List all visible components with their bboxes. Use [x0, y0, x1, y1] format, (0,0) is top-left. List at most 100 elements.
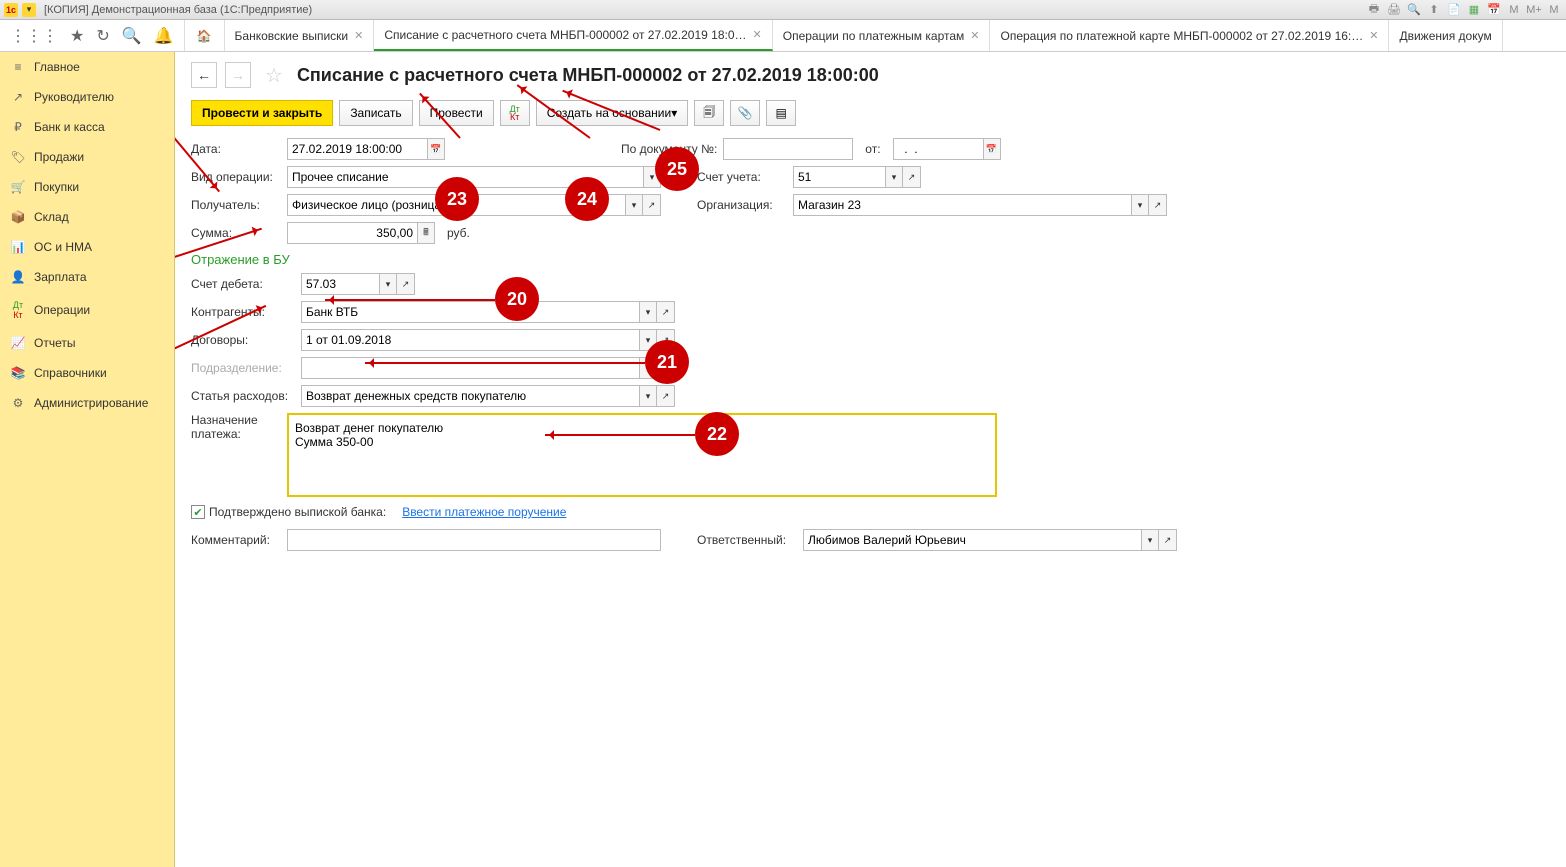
- account-label: Счет учета:: [697, 170, 787, 184]
- bell-icon[interactable]: 🔔: [154, 26, 174, 46]
- dropdown-icon[interactable]: ▾: [639, 329, 657, 351]
- create-based-button[interactable]: Создать на основании ▾: [536, 100, 689, 126]
- sidebar-item[interactable]: ₽Банк и касса: [0, 112, 174, 142]
- dropdown-icon[interactable]: ▾: [639, 357, 657, 379]
- account-input[interactable]: [793, 166, 885, 188]
- favorite-icon[interactable]: ☆: [265, 63, 283, 88]
- page-title: Списание с расчетного счета МНБП-000002 …: [297, 65, 879, 86]
- tool-icon[interactable]: M: [1546, 2, 1562, 18]
- open-icon[interactable]: ↗: [643, 194, 661, 216]
- debit-input[interactable]: [301, 273, 379, 295]
- person-icon: 👤: [10, 270, 26, 284]
- confirmed-checkbox[interactable]: ✔Подтверждено выпиской банка:: [191, 505, 386, 519]
- date-input[interactable]: [287, 138, 427, 160]
- sidebar-item[interactable]: 📚Справочники: [0, 358, 174, 388]
- tool-icon[interactable]: 🖶: [1366, 2, 1382, 18]
- expense-input[interactable]: [301, 385, 639, 407]
- sidebar-item[interactable]: 📦Склад: [0, 202, 174, 232]
- comment-input[interactable]: [287, 529, 661, 551]
- dtkt-button[interactable]: ДтКт: [500, 100, 530, 126]
- open-icon[interactable]: ↗: [397, 273, 415, 295]
- save-button[interactable]: Записать: [339, 100, 412, 126]
- dropdown-icon[interactable]: ▾: [639, 301, 657, 323]
- sidebar-item[interactable]: 🏷Продажи: [0, 142, 174, 172]
- sum-input[interactable]: [287, 222, 417, 244]
- nav-forward-button[interactable]: →: [225, 62, 251, 88]
- star-icon[interactable]: ★: [70, 26, 84, 46]
- cart-icon: 🛒: [10, 180, 26, 194]
- close-icon[interactable]: ✕: [354, 29, 363, 42]
- close-icon[interactable]: ✕: [753, 28, 762, 41]
- open-icon[interactable]: ↗: [903, 166, 921, 188]
- history-icon[interactable]: ↻: [96, 26, 109, 46]
- calendar-icon[interactable]: 📅: [983, 138, 1001, 160]
- tab-item[interactable]: Списание с расчетного счета МНБП-000002 …: [374, 20, 772, 51]
- tool-icon[interactable]: M: [1506, 2, 1522, 18]
- dropdown-icon[interactable]: ▾: [1131, 194, 1149, 216]
- tab-item[interactable]: Операция по платежной карте МНБП-000002 …: [990, 20, 1389, 51]
- tab-home[interactable]: 🏠: [185, 20, 225, 51]
- open-icon[interactable]: ↗: [657, 301, 675, 323]
- from-label: от:: [865, 142, 880, 156]
- contract-label: Договоры:: [191, 333, 295, 347]
- dropdown-icon[interactable]: ▾: [643, 166, 661, 188]
- from-date-input[interactable]: [893, 138, 983, 160]
- purpose-textarea[interactable]: [287, 413, 997, 497]
- tool-icon[interactable]: ▦: [1466, 2, 1482, 18]
- optype-input[interactable]: [287, 166, 643, 188]
- responsible-input[interactable]: [803, 529, 1141, 551]
- assets-icon: 📊: [10, 240, 26, 254]
- tool-icon[interactable]: 🔍: [1406, 2, 1422, 18]
- open-icon[interactable]: ↗: [657, 385, 675, 407]
- dropdown-icon[interactable]: ▾: [625, 194, 643, 216]
- dept-input[interactable]: [301, 357, 639, 379]
- sidebar-item[interactable]: 📈Отчеты: [0, 328, 174, 358]
- sidebar-item[interactable]: 📊ОС и НМА: [0, 232, 174, 262]
- dropdown-icon[interactable]: ▾: [22, 3, 36, 17]
- payment-order-link[interactable]: Ввести платежное поручение: [402, 505, 566, 519]
- org-input[interactable]: [793, 194, 1131, 216]
- tab-item[interactable]: Движения докум: [1389, 20, 1502, 51]
- tool-icon[interactable]: ⬆: [1426, 2, 1442, 18]
- close-icon[interactable]: ✕: [970, 29, 979, 42]
- tool-icon[interactable]: 🖨: [1386, 2, 1402, 18]
- sidebar-item[interactable]: ⚙Администрирование: [0, 388, 174, 418]
- app-icon: 1c: [4, 3, 18, 17]
- contract-input[interactable]: [301, 329, 639, 351]
- counterparty-input[interactable]: [301, 301, 639, 323]
- debit-label: Счет дебета:: [191, 277, 295, 291]
- docno-input[interactable]: [723, 138, 853, 160]
- sidebar-item[interactable]: 🛒Покупки: [0, 172, 174, 202]
- dropdown-icon[interactable]: ▾: [1141, 529, 1159, 551]
- post-button[interactable]: Провести: [419, 100, 494, 126]
- nav-back-button[interactable]: ←: [191, 62, 217, 88]
- dropdown-icon[interactable]: ▾: [639, 385, 657, 407]
- tool-icon[interactable]: 📄: [1446, 2, 1462, 18]
- post-and-close-button[interactable]: Провести и закрыть: [191, 100, 333, 126]
- tab-item[interactable]: Банковские выписки✕: [225, 20, 375, 51]
- structure-button[interactable]: 🗐: [694, 100, 724, 126]
- sidebar-item[interactable]: ≡Главное: [0, 52, 174, 82]
- dropdown-icon[interactable]: ▾: [885, 166, 903, 188]
- search-icon[interactable]: 🔍: [122, 26, 142, 46]
- open-icon[interactable]: ↗: [657, 357, 675, 379]
- tool-icon[interactable]: M+: [1526, 2, 1542, 18]
- currency-label: руб.: [447, 226, 470, 240]
- calc-icon[interactable]: 🖩: [417, 222, 435, 244]
- open-icon[interactable]: ↗: [1159, 529, 1177, 551]
- open-icon[interactable]: ↗: [1149, 194, 1167, 216]
- open-icon[interactable]: ↗: [657, 329, 675, 351]
- apps-icon[interactable]: ⋮⋮⋮: [10, 26, 58, 46]
- dropdown-icon[interactable]: ▾: [379, 273, 397, 295]
- calendar-icon[interactable]: 📅: [427, 138, 445, 160]
- sidebar-item[interactable]: ↗Руководителю: [0, 82, 174, 112]
- sidebar-item[interactable]: ДтКтОперации: [0, 292, 174, 328]
- tab-item[interactable]: Операции по платежным картам✕: [773, 20, 991, 51]
- close-icon[interactable]: ✕: [1369, 29, 1378, 42]
- list-button[interactable]: ▤: [766, 100, 796, 126]
- tag-icon: 🏷: [10, 150, 26, 164]
- tool-icon[interactable]: 📅: [1486, 2, 1502, 18]
- recipient-input[interactable]: [287, 194, 625, 216]
- sidebar-item[interactable]: 👤Зарплата: [0, 262, 174, 292]
- attach-button[interactable]: 📎: [730, 100, 760, 126]
